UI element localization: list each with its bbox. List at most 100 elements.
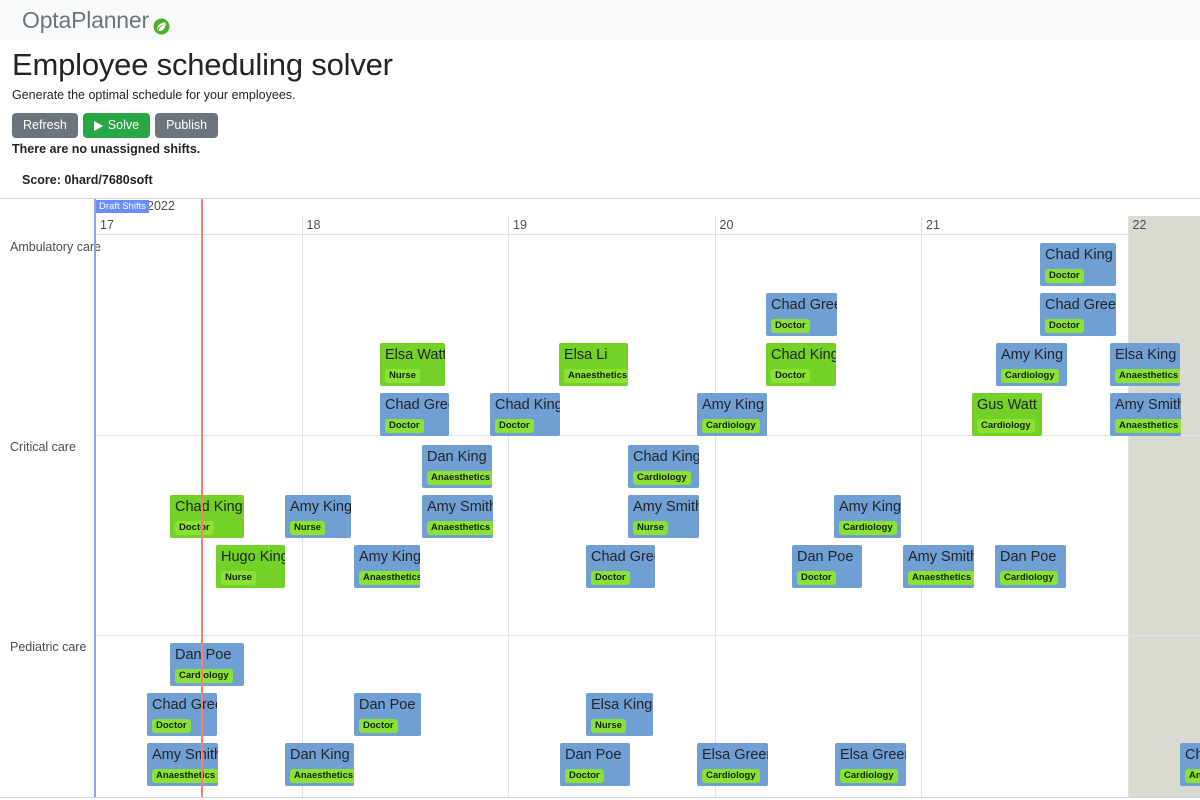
shift-employee-name: Elsa Li bbox=[564, 347, 608, 363]
shift-employee-name: Amy Smith bbox=[152, 747, 218, 763]
shift-employee-name: Elsa Watt bbox=[385, 347, 445, 363]
shift-card[interactable]: Dan Poe Doctor bbox=[792, 545, 862, 588]
shift-employee-name: Hugo King bbox=[221, 549, 285, 565]
out-of-range-shading bbox=[1127, 235, 1200, 797]
shift-skill-badge: Doctor bbox=[771, 369, 810, 383]
shift-employee-name: Dan Poe bbox=[565, 747, 622, 763]
shift-employee-name: Amy Smith bbox=[633, 499, 699, 515]
shift-card[interactable]: Chad King Cardiology bbox=[628, 445, 699, 488]
shift-card[interactable]: Dan Poe Cardiology bbox=[170, 643, 244, 686]
shift-card[interactable]: Elsa Green Cardiology bbox=[835, 743, 906, 786]
shift-card[interactable]: Amy Smith Anaesthetics bbox=[903, 545, 974, 588]
timeline-day-18[interactable]: 18 bbox=[301, 216, 509, 235]
shift-card[interactable]: Elsa King Anaesthetics bbox=[1110, 343, 1180, 386]
shift-employee-name: Dan Poe bbox=[797, 549, 854, 565]
shift-card[interactable]: Elsa Green Cardiology bbox=[697, 743, 768, 786]
shift-skill-badge: Nurse bbox=[221, 571, 256, 585]
shift-card[interactable]: Chad Gree Doctor bbox=[586, 545, 655, 588]
shift-skill-badge: Cardiology bbox=[1000, 571, 1058, 585]
shift-skill-badge: Anaesthetics bbox=[908, 571, 974, 585]
shift-card[interactable]: Amy Smith Anaesthetics bbox=[1110, 393, 1181, 436]
shift-card[interactable]: Chad King Doctor bbox=[1040, 243, 1116, 286]
solve-button[interactable]: Solve bbox=[82, 113, 151, 138]
shift-skill-badge: Doctor bbox=[1045, 269, 1084, 283]
shift-card[interactable]: Amy Smith Anaesthetics bbox=[422, 495, 493, 538]
timeline-body[interactable]: 2022 17 18 19 20 21 22 Chad King Doctor Chad Gree… bbox=[0, 199, 1200, 797]
shift-skill-badge: Doctor bbox=[565, 769, 604, 783]
shift-card[interactable]: Amy Smith Anaesthetics bbox=[147, 743, 218, 786]
shift-card[interactable]: Chad Gree Doctor bbox=[1040, 293, 1116, 336]
shift-employee-name: Chad King bbox=[175, 499, 243, 515]
shift-skill-badge: Nurse bbox=[290, 521, 325, 535]
shift-skill-badge: Anaesthetics bbox=[564, 369, 628, 383]
schedule-timeline[interactable]: 2022 17 18 19 20 21 22 Chad King Doctor Chad Gree… bbox=[0, 198, 1200, 798]
shift-card[interactable]: Dan Poe Cardiology bbox=[995, 545, 1066, 588]
navbar: OptaPlanner bbox=[0, 0, 1200, 40]
shift-employee-name: Elsa King bbox=[591, 697, 653, 713]
shift-skill-badge: Nurse bbox=[633, 521, 668, 535]
shift-card[interactable]: Amy King Cardiology bbox=[697, 393, 767, 436]
shift-employee-name: Amy King bbox=[1001, 347, 1064, 363]
shift-employee-name: Dan King bbox=[427, 449, 487, 465]
shift-employee-name: Elsa Green bbox=[840, 747, 906, 763]
draft-shifts-marker bbox=[94, 199, 96, 797]
shift-card[interactable]: Gus Watt Cardiology bbox=[972, 393, 1042, 436]
timeline-day-22[interactable]: 22 bbox=[1127, 216, 1200, 235]
shift-employee-name: Chad King bbox=[495, 397, 560, 413]
shift-card[interactable]: Chad Gree Doctor bbox=[766, 293, 837, 336]
brand-name: OptaPlanner bbox=[22, 6, 149, 33]
timeline-gridline bbox=[921, 235, 922, 797]
shift-skill-badge: Cardiology bbox=[702, 419, 760, 433]
shift-card[interactable]: Amy Smith Nurse bbox=[628, 495, 699, 538]
shift-skill-badge: Doctor bbox=[359, 719, 398, 733]
shift-card[interactable]: Amy King Nurse bbox=[285, 495, 351, 538]
refresh-button[interactable]: Refresh bbox=[12, 113, 78, 138]
shift-employee-name: Amy Smith bbox=[427, 499, 493, 515]
shift-employee-name: Elsa Green bbox=[702, 747, 768, 763]
timeline-gridline bbox=[508, 235, 509, 797]
shift-skill-badge: Cardiology bbox=[1001, 369, 1059, 383]
shift-card[interactable]: Hugo King Nurse bbox=[216, 545, 285, 588]
timeline-row-label-critical-care: Critical care bbox=[10, 440, 76, 454]
shift-employee-name: Dan King bbox=[290, 747, 350, 763]
shift-employee-name: Chad King bbox=[771, 347, 836, 363]
shift-card[interactable]: Amy King Cardiology bbox=[996, 343, 1067, 386]
timeline-day-19[interactable]: 19 bbox=[508, 216, 715, 235]
shift-skill-badge: Anaesthetics bbox=[359, 571, 420, 585]
page-title: Employee scheduling solver bbox=[12, 47, 393, 82]
shift-card[interactable]: Dan King Anaesthetics bbox=[422, 445, 492, 488]
shift-employee-name: Chad King bbox=[633, 449, 699, 465]
shift-card[interactable]: Chad Gree Doctor bbox=[147, 693, 217, 736]
shift-employee-name: Dan Poe bbox=[1000, 549, 1057, 565]
shift-card[interactable]: Chad Gree Doctor bbox=[380, 393, 449, 436]
shift-skill-badge: Doctor bbox=[175, 521, 214, 535]
shift-card[interactable]: Elsa Watt Nurse bbox=[380, 343, 445, 386]
shift-skill-badge: Anaesthetics bbox=[152, 769, 218, 783]
shift-skill-badge: Doctor bbox=[1045, 319, 1084, 333]
shift-card[interactable]: Amy King Cardiology bbox=[834, 495, 901, 538]
publish-button[interactable]: Publish bbox=[155, 113, 219, 138]
shift-card[interactable]: Chad King Doctor bbox=[766, 343, 836, 386]
shift-card[interactable]: Dan Poe Doctor bbox=[354, 693, 421, 736]
shift-card[interactable]: Amy King Anaesthetics bbox=[354, 545, 420, 588]
shift-skill-badge: Anaesthetics bbox=[427, 521, 493, 535]
shift-skill-badge: Anaesthetics bbox=[427, 471, 492, 485]
brand-logo[interactable]: OptaPlanner bbox=[22, 7, 170, 34]
shift-card[interactable]: Elsa King Nurse bbox=[586, 693, 653, 736]
shift-skill-badge: Doctor bbox=[152, 719, 191, 733]
solve-button-label: Solve bbox=[107, 118, 140, 132]
shift-card[interactable]: Chad King Doctor bbox=[490, 393, 560, 436]
shift-employee-name: Amy King bbox=[839, 499, 901, 515]
shift-card[interactable]: Chad King Doctor bbox=[170, 495, 244, 538]
shift-card[interactable]: Chad Gree Anaesthetics bbox=[1180, 743, 1200, 786]
page-subtitle: Generate the optimal schedule for your e… bbox=[12, 88, 296, 102]
shift-employee-name: Amy Smith bbox=[1115, 397, 1181, 413]
shift-card[interactable]: Dan King Anaesthetics bbox=[285, 743, 354, 786]
timeline-day-21[interactable]: 21 bbox=[921, 216, 1128, 235]
timeline-group-labels: Ambulatory care Critical care Pediatric ca… bbox=[0, 199, 101, 797]
shift-card[interactable]: Dan Poe Doctor bbox=[560, 743, 630, 786]
timeline-day-17[interactable]: 17 bbox=[95, 216, 302, 235]
shift-card[interactable]: Elsa Li Anaesthetics bbox=[559, 343, 628, 386]
current-time-marker bbox=[201, 199, 203, 797]
timeline-day-20[interactable]: 20 bbox=[714, 216, 922, 235]
